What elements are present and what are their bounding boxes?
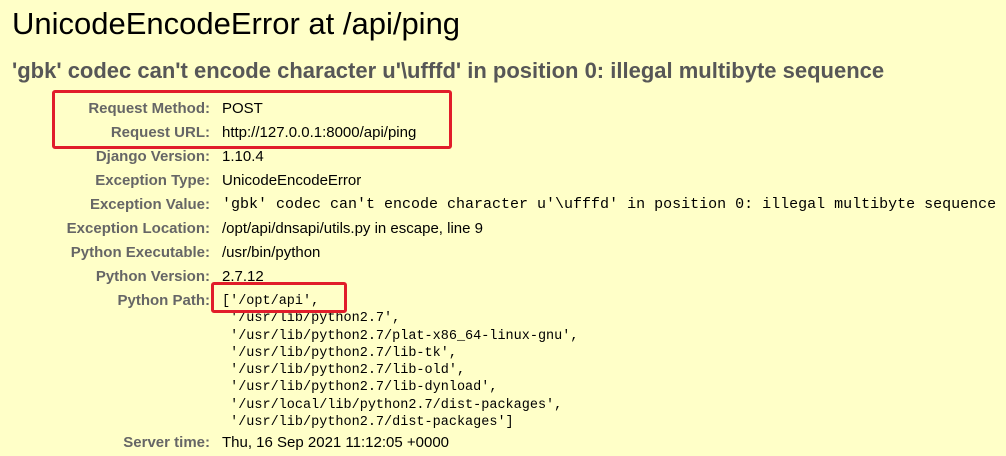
python-version-value: 2.7.12 [222, 268, 264, 285]
exception-type-label: Exception Type: [95, 172, 210, 189]
python-path-entry: '/usr/lib/python2.7', [222, 311, 401, 327]
exception-location-label: Exception Location: [66, 220, 210, 237]
error-subtitle: 'gbk' codec can't encode character u'\uf… [12, 58, 885, 83]
exception-location-value: /opt/api/dnsapi/utils.py in escape, line… [222, 220, 483, 237]
error-title: UnicodeEncodeError at /api/ping [12, 6, 461, 41]
python-path-entry: '/usr/lib/python2.7/lib-dynload', [222, 380, 498, 396]
server-time-value: Thu, 16 Sep 2021 11:12:05 +0000 [222, 434, 449, 452]
django-version-label: Django Version: [95, 148, 210, 165]
meta-row-python-path: Python Path: ['/opt/api', '/usr/lib/pyth… [0, 289, 996, 431]
python-path-entry: ['/opt/api', [222, 294, 320, 309]
python-version-label: Python Version: [95, 268, 210, 285]
request-meta-table: Request Method: POST Request URL: http:/… [0, 97, 996, 455]
meta-row-server-time: Server time: Thu, 16 Sep 2021 11:12:05 +… [0, 431, 996, 455]
python-path-entry: '/usr/lib/python2.7/lib-old', [222, 363, 466, 379]
python-executable-label: Python Executable: [70, 244, 210, 261]
request-url-label: Request URL: [110, 124, 210, 141]
meta-row-request-url: Request URL: http://127.0.0.1:8000/api/p… [0, 121, 996, 145]
server-time-label: Server time: [123, 434, 210, 452]
exception-type-value: UnicodeEncodeError [222, 172, 362, 189]
python-path-entry: '/usr/local/lib/python2.7/dist-packages'… [222, 397, 563, 413]
request-url-value: http://127.0.0.1:8000/api/ping [222, 124, 417, 141]
python-executable-value: /usr/bin/python [222, 244, 321, 261]
request-method-label: Request Method: [88, 100, 210, 117]
python-path-entry: '/usr/lib/python2.7/dist-packages'] [222, 415, 514, 431]
python-path-label: Python Path: [117, 292, 211, 309]
meta-row-exception-location: Exception Location: /opt/api/dnsapi/util… [0, 217, 996, 241]
request-method-value: POST [222, 100, 263, 117]
meta-row-request-method: Request Method: POST [0, 97, 996, 121]
python-path-list: ['/opt/api', '/usr/lib/python2.7', '/usr… [222, 293, 996, 431]
python-path-entry: '/usr/lib/python2.7/lib-tk', [222, 345, 457, 361]
exception-value-label: Exception Value: [89, 196, 210, 213]
django-version-value: 1.10.4 [222, 148, 264, 165]
meta-row-python-executable: Python Executable: /usr/bin/python [0, 241, 996, 265]
meta-row-exception-type: Exception Type: UnicodeEncodeError [0, 169, 996, 193]
meta-row-exception-value: Exception Value: 'gbk' codec can't encod… [0, 193, 996, 217]
python-path-entry: '/usr/lib/python2.7/plat-x86_64-linux-gn… [222, 328, 579, 344]
exception-value-value: 'gbk' codec can't encode character u'\uf… [222, 196, 997, 213]
python-path-value: ['/opt/api', '/usr/lib/python2.7', '/usr… [222, 289, 996, 431]
meta-row-django-version: Django Version: 1.10.4 [0, 145, 996, 169]
meta-row-python-version: Python Version: 2.7.12 [0, 265, 996, 289]
